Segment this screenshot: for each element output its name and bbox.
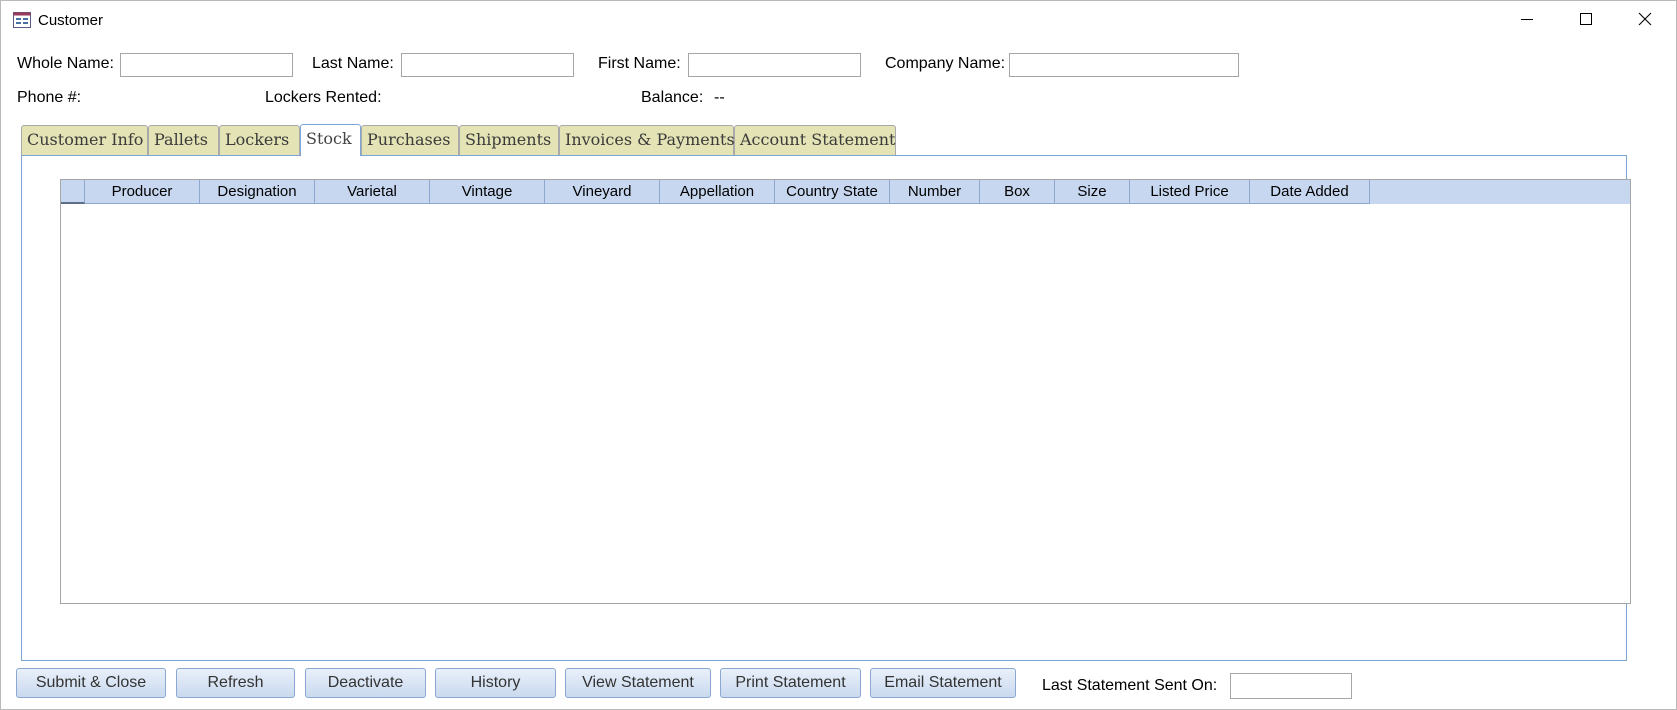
company-name-input[interactable]	[1009, 53, 1239, 77]
first-name-label: First Name:	[598, 55, 681, 72]
refresh-button[interactable]: Refresh	[176, 668, 295, 698]
last-name-input[interactable]	[401, 53, 574, 77]
column-header-appellation[interactable]: Appellation	[660, 180, 775, 204]
column-header-vintage[interactable]: Vintage	[430, 180, 545, 204]
tab-purchases[interactable]: Purchases	[361, 125, 459, 155]
balance-label: Balance:	[641, 89, 704, 106]
balance-value: --	[714, 89, 725, 106]
column-header-varietal[interactable]: Varietal	[315, 180, 430, 204]
column-header-designation[interactable]: Designation	[200, 180, 315, 204]
column-header-vineyard[interactable]: Vineyard	[545, 180, 660, 204]
column-header-date-added[interactable]: Date Added	[1250, 180, 1370, 204]
whole-name-input[interactable]	[120, 53, 293, 77]
maximize-button[interactable]	[1557, 1, 1615, 41]
customer-window: Customer Whole Name: Last Name: First Na…	[0, 0, 1677, 710]
last-statement-input[interactable]	[1230, 673, 1352, 699]
view-statement-button[interactable]: View Statement	[565, 668, 711, 698]
lockers-rented-label: Lockers Rented:	[265, 89, 382, 106]
last-name-label: Last Name:	[312, 55, 394, 72]
column-header-producer[interactable]: Producer	[85, 180, 200, 204]
first-name-input[interactable]	[688, 53, 861, 77]
email-statement-button[interactable]: Email Statement	[870, 668, 1016, 698]
minimize-icon	[1520, 12, 1534, 31]
tab-customer-info[interactable]: Customer Info	[21, 125, 148, 155]
tab-stock[interactable]: Stock	[300, 124, 361, 156]
deactivate-button[interactable]: Deactivate	[305, 668, 426, 698]
column-header-listed-price[interactable]: Listed Price	[1130, 180, 1250, 204]
window-title: Customer	[38, 12, 104, 29]
phone-label: Phone #:	[17, 89, 82, 106]
maximize-icon	[1579, 12, 1593, 31]
history-button[interactable]: History	[435, 668, 556, 698]
form-icon	[13, 12, 31, 28]
last-statement-label: Last Statement Sent On:	[1042, 677, 1218, 694]
print-statement-button[interactable]: Print Statement	[720, 668, 861, 698]
row-selector[interactable]	[61, 180, 85, 204]
minimize-button[interactable]	[1498, 1, 1556, 41]
submit-close-button[interactable]: Submit & Close	[16, 668, 166, 698]
tab-account-statement[interactable]: Account Statement	[734, 125, 896, 155]
column-header-box[interactable]: Box	[980, 180, 1055, 204]
whole-name-label: Whole Name:	[17, 55, 114, 72]
column-header-number[interactable]: Number	[890, 180, 980, 204]
title-bar: Customer	[1, 1, 1676, 41]
column-header-country-state[interactable]: Country State	[775, 180, 890, 204]
stock-datasheet[interactable]: Producer Designation Varietal Vintage Vi…	[60, 179, 1631, 604]
company-name-label: Company Name:	[885, 55, 1006, 72]
datasheet-header: Producer Designation Varietal Vintage Vi…	[61, 180, 1630, 204]
tab-pallets[interactable]: Pallets	[148, 125, 219, 155]
close-button[interactable]	[1616, 1, 1674, 41]
column-header-size[interactable]: Size	[1055, 180, 1130, 204]
tab-lockers[interactable]: Lockers	[219, 125, 300, 155]
tab-invoices-payments[interactable]: Invoices & Payments	[559, 125, 735, 155]
tab-shipments[interactable]: Shipments	[459, 125, 559, 155]
close-icon	[1638, 12, 1652, 31]
